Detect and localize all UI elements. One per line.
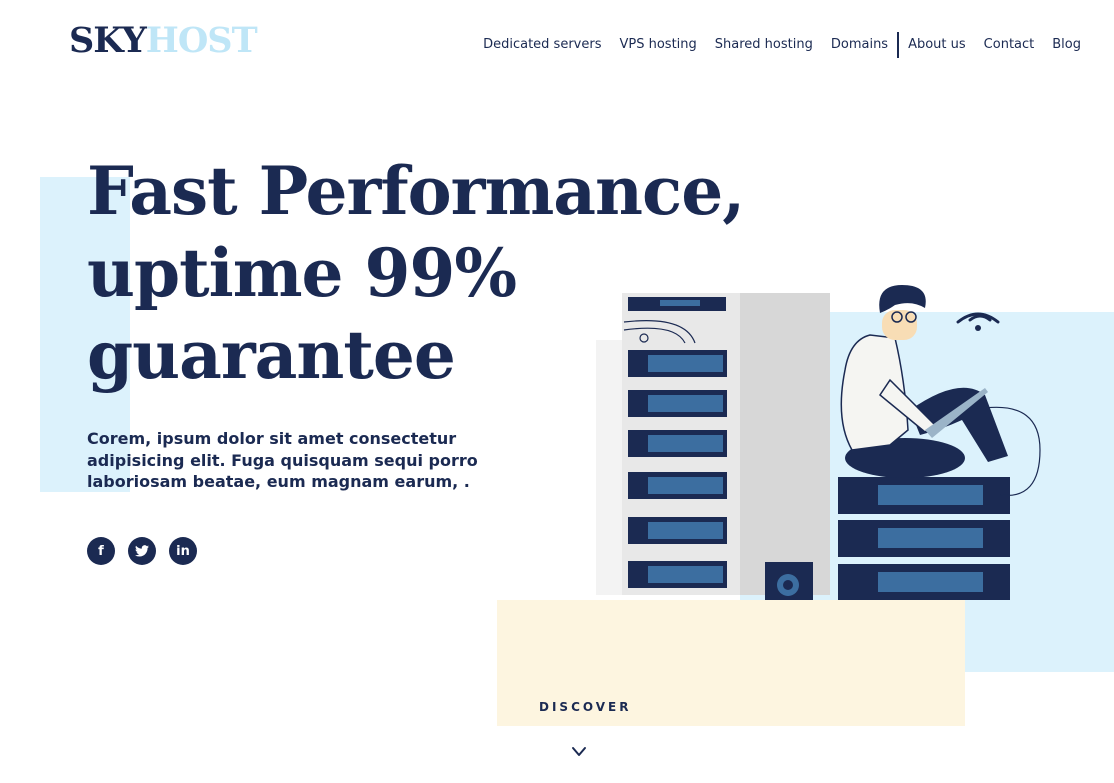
logo[interactable]: SKYHOST <box>69 19 258 63</box>
nav-contact[interactable]: Contact <box>984 35 1035 55</box>
logo-part-host: HOST <box>145 20 258 61</box>
social-links: f in <box>87 537 197 565</box>
nav-divider <box>897 32 900 58</box>
nav-dedicated-servers[interactable]: Dedicated servers <box>483 35 601 55</box>
chevron-down-icon[interactable] <box>571 746 587 758</box>
linkedin-icon[interactable]: in <box>169 537 197 565</box>
nav-shared-hosting[interactable]: Shared hosting <box>715 35 813 55</box>
main-nav: Dedicated servers VPS hosting Shared hos… <box>483 32 1081 58</box>
nav-about-us[interactable]: About us <box>908 35 966 55</box>
facebook-icon[interactable]: f <box>87 537 115 565</box>
nav-blog[interactable]: Blog <box>1052 35 1081 55</box>
twitter-icon[interactable] <box>128 537 156 565</box>
hero-title-line-1: Fast Performance, <box>87 152 745 230</box>
nav-vps-hosting[interactable]: VPS hosting <box>619 35 696 55</box>
discover-label[interactable]: DISCOVER <box>539 700 631 714</box>
logo-part-sky: SKY <box>69 20 147 61</box>
server-illustration <box>596 285 1041 600</box>
hero-subtitle: Corem, ipsum dolor sit amet consectetur … <box>87 429 478 491</box>
nav-domains[interactable]: Domains <box>831 35 888 55</box>
